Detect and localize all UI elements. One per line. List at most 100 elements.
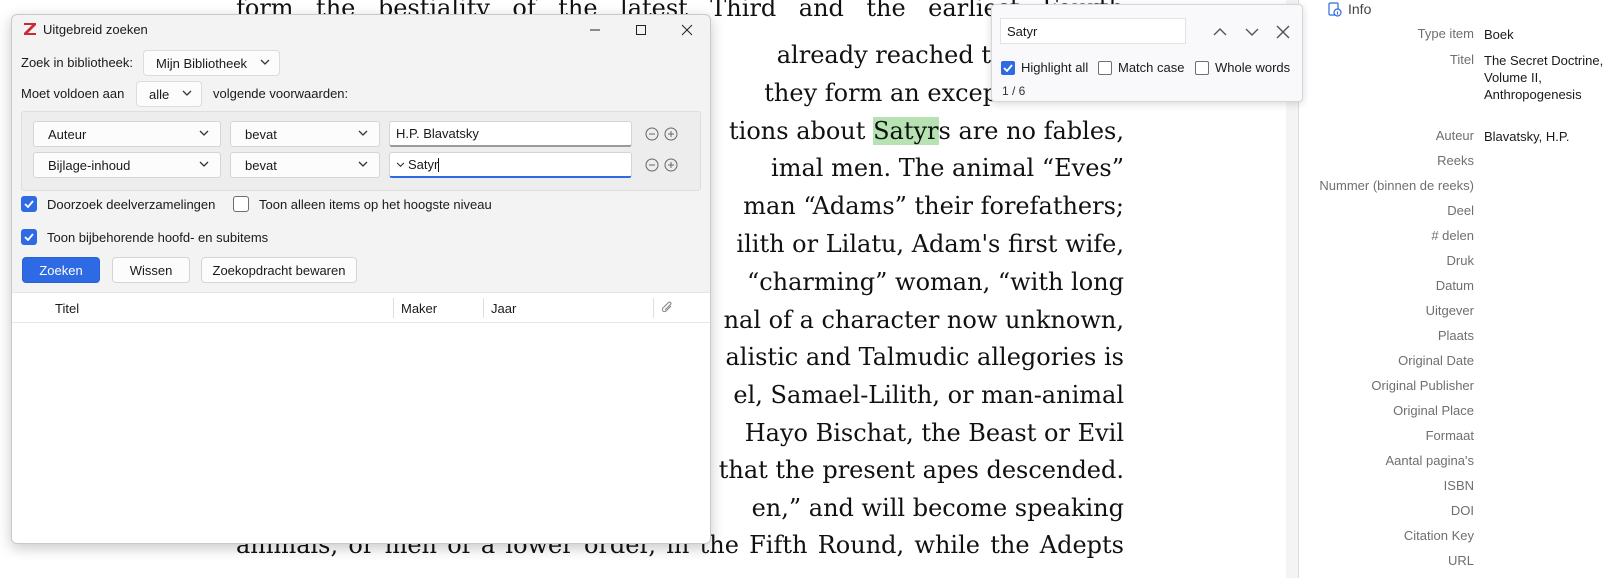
field-label: Plaats bbox=[1437, 328, 1474, 343]
field-label: Formaat bbox=[1425, 428, 1474, 443]
field-value[interactable] bbox=[1484, 378, 1604, 393]
field-value[interactable] bbox=[1484, 403, 1604, 418]
info-row: Datum bbox=[1300, 278, 1616, 293]
field-value[interactable] bbox=[1484, 178, 1604, 193]
info-section-header[interactable]: Info bbox=[1328, 1, 1371, 17]
search-subcollections-option[interactable]: Doorzoek deelverzamelingen bbox=[21, 196, 215, 212]
info-row: Deel bbox=[1300, 203, 1616, 218]
field-value[interactable] bbox=[1484, 353, 1604, 368]
field-value[interactable]: The Secret Doctrine, Volume II, Anthropo… bbox=[1484, 52, 1604, 103]
doc-text-fragment: are no fables, bbox=[958, 117, 1124, 145]
find-previous-button[interactable] bbox=[1209, 21, 1231, 43]
field-label: Original Date bbox=[1398, 353, 1474, 368]
option-label: Highlight all bbox=[1021, 60, 1089, 75]
library-dropdown[interactable]: Mijn Bibliotheek bbox=[143, 50, 280, 76]
top-level-only-checkbox[interactable] bbox=[233, 196, 249, 212]
minimize-button[interactable] bbox=[572, 15, 618, 45]
condition-field-dropdown[interactable]: Auteur bbox=[33, 121, 221, 147]
item-info-pane: Info Type item Boek Titel The Secret Doc… bbox=[1300, 0, 1616, 578]
info-row: Formaat bbox=[1300, 428, 1616, 443]
option-label: Match case bbox=[1118, 60, 1185, 75]
field-value[interactable] bbox=[1484, 278, 1604, 293]
field-value[interactable]: Boek bbox=[1484, 26, 1604, 43]
field-value[interactable] bbox=[1484, 303, 1604, 318]
info-row: URL bbox=[1300, 553, 1616, 568]
add-condition-icon[interactable] bbox=[664, 158, 678, 172]
doc-text-fragment: tions about bbox=[729, 117, 866, 145]
info-row: Citation Key bbox=[1300, 528, 1616, 543]
field-value[interactable] bbox=[1484, 478, 1604, 493]
info-section-title: Info bbox=[1348, 1, 1372, 17]
field-label: Uitgever bbox=[1425, 303, 1474, 318]
find-next-button[interactable] bbox=[1241, 21, 1263, 43]
show-parent-child-option[interactable]: Toon bijbehorende hoofd- en subitems bbox=[21, 229, 268, 245]
whole-words-option[interactable]: Whole words bbox=[1195, 60, 1290, 75]
column-header-creator[interactable]: Maker bbox=[401, 293, 437, 323]
field-value[interactable] bbox=[1484, 153, 1604, 168]
show-parent-child-checkbox[interactable] bbox=[21, 229, 37, 245]
condition-operator-dropdown[interactable]: bevat bbox=[230, 152, 380, 178]
chevron-up-icon bbox=[1213, 28, 1227, 36]
window-titlebar[interactable]: Uitgebreid zoeken bbox=[12, 15, 710, 45]
match-case-option[interactable]: Match case bbox=[1098, 60, 1184, 75]
column-header-title[interactable]: Titel bbox=[55, 293, 79, 323]
condition-value-input[interactable]: Satyr bbox=[389, 152, 632, 178]
field-label: Reeks bbox=[1437, 153, 1474, 168]
info-row-type: Type item Boek bbox=[1300, 26, 1616, 43]
whole-words-checkbox[interactable] bbox=[1195, 60, 1209, 75]
field-value[interactable] bbox=[1484, 528, 1604, 543]
field-value[interactable]: Blavatsky, H.P. bbox=[1484, 128, 1604, 145]
doc-text-fragment: s bbox=[938, 117, 951, 145]
info-row: ISBN bbox=[1300, 478, 1616, 493]
chevron-down-icon[interactable] bbox=[396, 161, 405, 168]
column-header-year[interactable]: Jaar bbox=[491, 293, 516, 323]
find-input[interactable] bbox=[1000, 18, 1186, 44]
remove-condition-icon[interactable] bbox=[645, 127, 659, 141]
field-value[interactable] bbox=[1484, 253, 1604, 268]
field-value[interactable] bbox=[1484, 428, 1604, 443]
condition-field-value: Bijlage-inhoud bbox=[48, 157, 131, 173]
maximize-button[interactable] bbox=[618, 15, 664, 45]
option-label: Doorzoek deelverzamelingen bbox=[47, 196, 216, 212]
condition-operator-dropdown[interactable]: bevat bbox=[230, 121, 380, 147]
find-bar: Highlight all Match case Whole words 1 /… bbox=[991, 4, 1303, 102]
close-icon bbox=[681, 24, 693, 36]
field-value[interactable] bbox=[1484, 553, 1604, 568]
match-dropdown[interactable]: alle bbox=[136, 81, 202, 107]
condition-value-input[interactable]: H.P. Blavatsky bbox=[389, 121, 632, 147]
highlight-all-checkbox[interactable] bbox=[1001, 60, 1015, 75]
library-dropdown-value: Mijn Bibliotheek bbox=[156, 55, 248, 71]
top-level-only-option[interactable]: Toon alleen items op het hoogste niveau bbox=[233, 196, 492, 212]
field-label: # delen bbox=[1431, 228, 1474, 243]
column-divider[interactable] bbox=[483, 298, 484, 318]
search-subcollections-checkbox[interactable] bbox=[21, 196, 37, 212]
find-close-button[interactable] bbox=[1272, 21, 1294, 43]
field-value[interactable] bbox=[1484, 203, 1604, 218]
save-search-button[interactable]: Zoekopdracht bewaren bbox=[201, 257, 357, 283]
search-button[interactable]: Zoeken bbox=[22, 257, 100, 283]
remove-condition-icon[interactable] bbox=[645, 158, 659, 172]
info-icon bbox=[1328, 1, 1342, 17]
highlight-all-option[interactable]: Highlight all bbox=[1001, 60, 1088, 75]
add-condition-icon[interactable] bbox=[664, 127, 678, 141]
results-body[interactable] bbox=[12, 324, 710, 543]
field-value[interactable] bbox=[1484, 328, 1604, 343]
condition-operator-value: bevat bbox=[245, 126, 277, 142]
chevron-down-icon bbox=[199, 130, 209, 136]
info-row: Druk bbox=[1300, 253, 1616, 268]
column-divider[interactable] bbox=[653, 298, 654, 318]
option-label: Whole words bbox=[1215, 60, 1291, 75]
condition-field-dropdown[interactable]: Bijlage-inhoud bbox=[33, 152, 221, 178]
window-close-button[interactable] bbox=[664, 15, 710, 45]
info-row: Aantal pagina's bbox=[1300, 453, 1616, 468]
field-label: Deel bbox=[1447, 203, 1474, 218]
chevron-down-icon bbox=[260, 59, 270, 65]
match-case-checkbox[interactable] bbox=[1098, 60, 1112, 75]
field-value[interactable] bbox=[1484, 453, 1604, 468]
column-header-attachments[interactable] bbox=[660, 293, 674, 323]
clear-button[interactable]: Wissen bbox=[112, 257, 190, 283]
field-value[interactable] bbox=[1484, 228, 1604, 243]
column-divider[interactable] bbox=[393, 298, 394, 318]
chevron-down-icon bbox=[358, 130, 368, 136]
field-value[interactable] bbox=[1484, 503, 1604, 518]
